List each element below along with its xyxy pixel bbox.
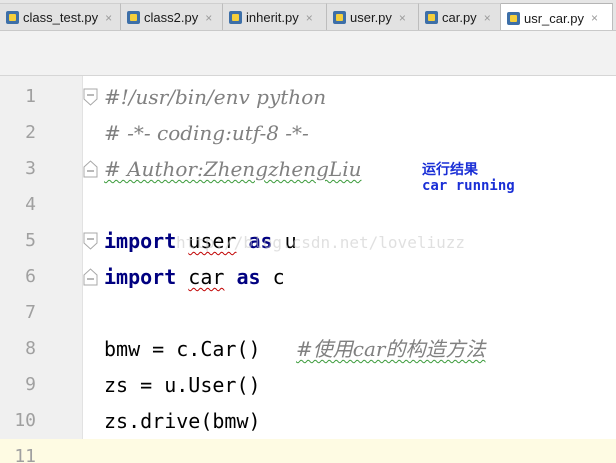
fold-marker-icon[interactable] bbox=[83, 88, 98, 106]
code-text: zs = u.User() bbox=[104, 373, 261, 397]
python-file-icon bbox=[229, 11, 242, 24]
line-number: 11 bbox=[14, 446, 36, 463]
module-name: car bbox=[188, 265, 225, 289]
tab-label: usr_car.py bbox=[524, 10, 584, 26]
code-line: 10 zs.drive(bmw) bbox=[0, 403, 616, 439]
line-number: 3 bbox=[25, 158, 36, 179]
breadcrumb-bar bbox=[0, 31, 616, 76]
code-text: # -*- coding:utf-8 -*- bbox=[104, 121, 309, 145]
python-file-icon bbox=[6, 11, 19, 24]
tab-label: user.py bbox=[350, 10, 392, 25]
code-line: 8 bmw = c.Car() #使用car的构造方法 bbox=[0, 331, 616, 367]
tab-user[interactable]: user.py × bbox=[327, 3, 419, 30]
fold-marker-icon[interactable] bbox=[83, 232, 98, 250]
comment-text: #使用car的构造方法 bbox=[296, 337, 486, 361]
close-icon[interactable]: × bbox=[399, 12, 406, 24]
python-file-icon bbox=[127, 11, 140, 24]
tab-label: inherit.py bbox=[246, 10, 299, 25]
close-icon[interactable]: × bbox=[105, 12, 112, 24]
close-icon[interactable]: × bbox=[484, 12, 491, 24]
tab-label: car.py bbox=[442, 10, 477, 25]
module-alias: c bbox=[272, 265, 285, 289]
current-code-line[interactable]: 11 bbox=[0, 439, 616, 463]
code-text: zs.drive(bmw) bbox=[104, 409, 261, 433]
keyword-import: import bbox=[104, 265, 177, 289]
code-text: import car as c bbox=[104, 259, 285, 295]
watermark: http://blog.csdn.net/loveliuzz bbox=[176, 233, 465, 252]
code-line: 6 import car as c bbox=[0, 259, 616, 295]
tab-car[interactable]: car.py × bbox=[419, 3, 501, 30]
run-result-title: 运行结果 bbox=[422, 162, 478, 178]
code-line: 2 # -*- coding:utf-8 -*- bbox=[0, 115, 616, 151]
fold-end-marker-icon[interactable] bbox=[83, 268, 98, 286]
close-icon[interactable]: × bbox=[205, 12, 212, 24]
keyword-import: import bbox=[104, 229, 177, 253]
tab-label: class_test.py bbox=[23, 10, 99, 25]
line-number: 7 bbox=[25, 302, 36, 323]
tab-class-test[interactable]: class_test.py × bbox=[0, 3, 121, 30]
editor-tab-bar: class_test.py × class2.py × inherit.py ×… bbox=[0, 0, 616, 31]
line-number: 5 bbox=[25, 230, 36, 251]
line-number: 8 bbox=[25, 338, 36, 359]
code-text: #!/usr/bin/env python bbox=[104, 85, 327, 109]
code-text: bmw = c.Car() bbox=[104, 337, 261, 361]
line-number: 4 bbox=[25, 194, 36, 215]
line-number: 9 bbox=[25, 374, 36, 395]
line-number: 1 bbox=[25, 86, 36, 107]
tab-usr-car[interactable]: usr_car.py × bbox=[501, 3, 613, 30]
code-editor[interactable]: 1 #!/usr/bin/env python 2 # -*- coding:u… bbox=[0, 76, 616, 463]
code-line: 9 zs = u.User() bbox=[0, 367, 616, 403]
tab-class2[interactable]: class2.py × bbox=[121, 3, 223, 30]
line-number: 6 bbox=[25, 266, 36, 287]
line-number: 2 bbox=[25, 122, 36, 143]
fold-end-marker-icon[interactable] bbox=[83, 160, 98, 178]
python-file-icon bbox=[507, 11, 520, 25]
code-text: # Author:ZhengzhengLiu bbox=[104, 151, 362, 187]
tab-inherit[interactable]: inherit.py × bbox=[223, 3, 327, 30]
code-line: 4 bbox=[0, 187, 616, 223]
inline-comment: #使用car的构造方法 bbox=[296, 331, 485, 367]
close-icon[interactable]: × bbox=[591, 12, 598, 24]
author-comment: # Author:ZhengzhengLiu bbox=[104, 157, 362, 181]
tab-label: class2.py bbox=[144, 10, 199, 25]
line-number: 10 bbox=[14, 410, 36, 431]
python-file-icon bbox=[333, 11, 346, 24]
close-icon[interactable]: × bbox=[306, 12, 313, 24]
code-line: 3 # Author:ZhengzhengLiu bbox=[0, 151, 616, 187]
code-line: 7 bbox=[0, 295, 616, 331]
python-file-icon bbox=[425, 11, 438, 24]
keyword-as: as bbox=[236, 265, 261, 289]
code-line: 1 #!/usr/bin/env python bbox=[0, 79, 616, 115]
